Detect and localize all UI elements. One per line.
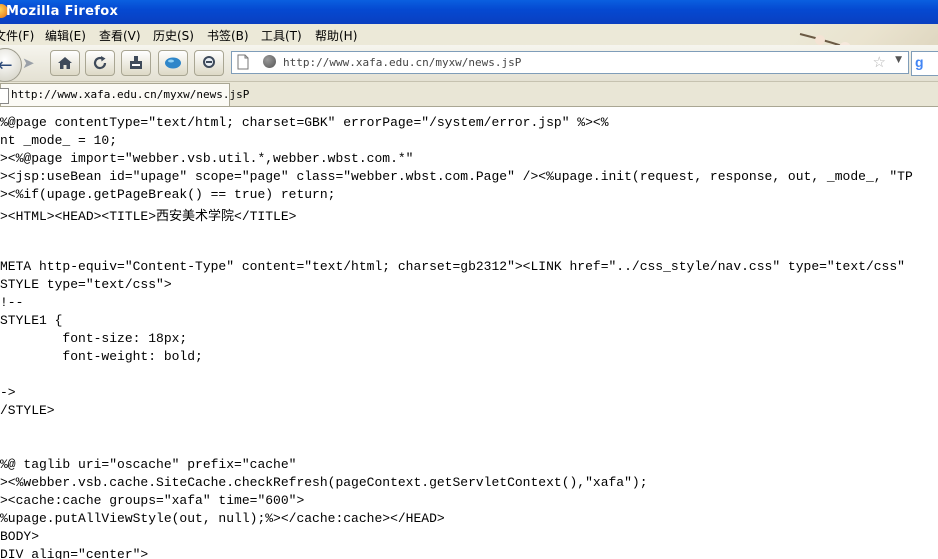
chat-button[interactable]	[158, 50, 188, 76]
source-line: ><%if(upage.getPageBreak() == true) retu…	[0, 187, 336, 202]
forward-button[interactable]: ➤	[22, 54, 35, 72]
tab-strip: http://www.xafa.edu.cn/myxw/news.jsP	[0, 82, 938, 107]
navigation-toolbar: ← ➤ http://www.xafa.edu.cn/myxw/news.jsP…	[0, 45, 938, 82]
source-line: %@ taglib uri="oscache" prefix="cache"	[0, 457, 297, 472]
title-bar: Mozilla Firefox	[0, 0, 938, 24]
source-line: ->	[0, 385, 16, 400]
home-button[interactable]	[50, 50, 80, 76]
menu-file[interactable]: 文件(F)	[0, 27, 34, 44]
source-line: font-size: 18px;	[0, 331, 188, 346]
source-line: ><%@page import="webber.vsb.util.*,webbe…	[0, 151, 414, 166]
menu-view[interactable]: 查看(V)	[99, 27, 141, 44]
chat-icon	[165, 57, 181, 69]
source-line: /STYLE>	[0, 403, 55, 418]
menu-bookmarks[interactable]: 书签(B)	[207, 27, 249, 44]
source-line: BODY>	[0, 529, 40, 544]
search-box[interactable]: g	[911, 51, 938, 76]
tab-label: http://www.xafa.edu.cn/myxw/news.jsP	[11, 88, 250, 101]
back-arrow-icon: ←	[0, 54, 13, 76]
source-line: DIV align="center">	[0, 547, 149, 559]
source-line: ><cache:cache groups="xafa" time="600">	[0, 493, 305, 508]
source-line: nt _mode_ = 10;	[0, 133, 118, 148]
forward-arrow-icon: ➤	[22, 54, 35, 72]
downloads-button[interactable]	[121, 50, 151, 76]
url-dropdown-icon[interactable]: ▼	[895, 55, 902, 65]
window-title: Mozilla Firefox	[6, 4, 119, 19]
tab-active[interactable]: http://www.xafa.edu.cn/myxw/news.jsP	[0, 83, 249, 106]
source-line: font-weight: bold;	[0, 349, 203, 364]
google-icon: g	[915, 54, 924, 70]
page-content: %@page contentType="text/html; charset=G…	[0, 107, 938, 559]
address-bar[interactable]: http://www.xafa.edu.cn/myxw/news.jsP ☆ ▼	[231, 51, 909, 74]
reload-icon	[93, 56, 107, 70]
menu-bar: 文件(F) 编辑(E) 查看(V) 历史(S) 书签(B) 工具(T) 帮助(H…	[0, 24, 938, 45]
page-icon	[237, 54, 249, 70]
zoom-button[interactable]	[194, 50, 224, 76]
zoom-icon	[203, 56, 215, 68]
downloads-icon	[130, 56, 142, 69]
site-identity-icon[interactable]	[263, 55, 276, 68]
home-icon	[58, 57, 72, 69]
source-line: ><HTML><HEAD><TITLE>西安美术学院</TITLE>	[0, 209, 297, 224]
bookmark-star-icon[interactable]: ☆	[873, 53, 886, 71]
source-line: ><jsp:useBean id="upage" scope="page" cl…	[0, 169, 913, 184]
source-line: META http-equiv="Content-Type" content="…	[0, 259, 905, 274]
source-line: %upage.putAllViewStyle(out, null);%></ca…	[0, 511, 445, 526]
source-line: %@page contentType="text/html; charset=G…	[0, 115, 609, 130]
menu-tools[interactable]: 工具(T)	[261, 27, 302, 44]
menu-help[interactable]: 帮助(H)	[315, 27, 357, 44]
source-line: STYLE1 {	[0, 313, 63, 328]
source-line: !--	[0, 295, 24, 310]
back-button[interactable]: ←	[0, 48, 22, 82]
menu-history[interactable]: 历史(S)	[153, 27, 194, 44]
menu-edit[interactable]: 编辑(E)	[45, 27, 86, 44]
tab-page-icon	[0, 88, 9, 104]
source-line: ><%webber.vsb.cache.SiteCache.checkRefre…	[0, 475, 648, 490]
reload-button[interactable]	[85, 50, 115, 76]
source-line: STYLE type="text/css">	[0, 277, 172, 292]
url-text[interactable]: http://www.xafa.edu.cn/myxw/news.jsP	[283, 56, 521, 69]
